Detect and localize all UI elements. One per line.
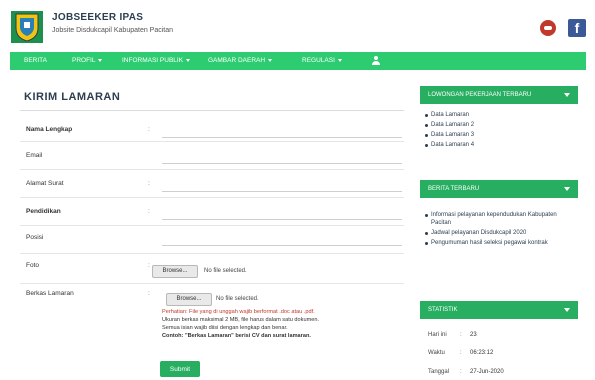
chevron-down-icon [186, 58, 191, 62]
chevron-down-icon [337, 58, 342, 62]
field-label: Pendidikan [26, 208, 61, 215]
stat-value: 27-Jun-2020 [470, 369, 504, 375]
chevron-down-icon [564, 93, 570, 97]
upload-note-warning: Perhatian: File yang di unggah wajib ber… [162, 309, 315, 315]
nav-item-gambar-daerah[interactable]: GAMBAR DAERAH [208, 52, 273, 70]
widget-header-lowongan[interactable]: LOWONGAN PEKERJAAN TERBARU [420, 86, 578, 104]
nav-item-profil[interactable]: PROFIL [72, 52, 103, 70]
submit-button[interactable]: Submit [160, 361, 200, 377]
site-title: JOBSEEKER IPAS [52, 12, 144, 23]
site-header: JOBSEEKER IPAS Jobsite Disdukcapil Kabup… [0, 0, 595, 50]
field-label: Email [26, 152, 43, 159]
lowongan-list: Data Lamaran Data Lamaran 2 Data Lamaran… [424, 112, 574, 152]
form-row-alamat: Alamat Surat : [20, 174, 404, 198]
field-colon: : [148, 208, 150, 215]
user-icon[interactable] [371, 56, 381, 66]
site-logo[interactable] [10, 10, 44, 44]
list-item[interactable]: Jadwal pelayanan Disdukcapil 2020 [424, 230, 574, 238]
field-label: Nama Lengkap [26, 126, 73, 133]
list-item[interactable]: Data Lamaran [424, 112, 574, 120]
stat-value: 23 [470, 332, 477, 338]
stat-value: 06:23:12 [470, 350, 494, 356]
list-item[interactable]: Pengumuman hasil seleksi pegawai kontrak [424, 240, 574, 248]
nav-item-informasi-publik[interactable]: INFORMASI PUBLIK [122, 52, 191, 70]
nav-item-berita[interactable]: BERITA [24, 52, 47, 70]
stat-label: Hari ini [428, 332, 447, 338]
upload-note-line: Contoh: "Berkas Lamaran" berisi CV dan s… [162, 333, 311, 339]
berita-list: Informasi pelayanan kependudukan Kabupat… [424, 212, 574, 250]
page-title: KIRIM LAMARAN [24, 91, 121, 103]
field-label: Posisi [26, 234, 44, 241]
nama-input[interactable] [162, 124, 402, 138]
field-colon: : [148, 180, 150, 187]
form-row-email: Email [20, 146, 404, 170]
list-item[interactable]: Data Lamaran 3 [424, 132, 574, 140]
field-colon: : [148, 290, 150, 297]
field-label: Berkas Lamaran [26, 290, 74, 297]
main-nav: BERITA PROFIL INFORMASI PUBLIK GAMBAR DA… [10, 52, 586, 70]
stat-label: Waktu [428, 350, 445, 356]
upload-note-line: Ukuran berkas maksimal 2 MB, file harus … [162, 317, 320, 323]
form-row-posisi: Posisi [20, 228, 404, 254]
nav-item-regulasi[interactable]: REGULASI [302, 52, 342, 70]
form-row-nama: Nama Lengkap : [20, 120, 404, 142]
stat-label: Tanggal [428, 369, 450, 375]
field-label: Foto [26, 262, 40, 269]
widget-header-berita[interactable]: BERITA TERBARU [420, 180, 578, 198]
email-input[interactable] [162, 150, 402, 164]
upload-note: Perhatian: File yang di unggah wajib ber… [162, 308, 388, 340]
facebook-icon[interactable]: f [568, 19, 586, 37]
foto-browse-button[interactable]: Browse... [152, 265, 198, 278]
list-item[interactable]: Informasi pelayanan kependudukan Kabupat… [424, 212, 574, 227]
field-colon: : [148, 262, 150, 269]
list-item[interactable]: Data Lamaran 4 [424, 142, 574, 150]
foto-file-status: No file selected. [204, 268, 247, 274]
pendidikan-input[interactable] [162, 206, 402, 220]
list-item[interactable]: Data Lamaran 2 [424, 122, 574, 130]
field-label: Alamat Surat [26, 180, 64, 187]
site-subtitle: Jobsite Disdukcapil Kabupaten Pacitan [52, 27, 174, 34]
widget-header-statistik[interactable]: STATISTIK [420, 301, 578, 319]
posisi-input[interactable] [162, 232, 402, 246]
chevron-down-icon [564, 308, 570, 312]
stat-colon: : [460, 332, 462, 338]
alamat-input[interactable] [162, 178, 402, 192]
berkas-file-status: No file selected. [216, 296, 259, 302]
chevron-down-icon [564, 187, 570, 191]
chevron-down-icon [98, 58, 103, 62]
form-row-pendidikan: Pendidikan : [20, 202, 404, 226]
chevron-down-icon [268, 58, 273, 62]
upload-note-line: Semua isian wajib diisi dengan lengkap d… [162, 325, 288, 331]
field-colon: : [148, 126, 150, 133]
youtube-icon[interactable] [540, 20, 556, 36]
divider [20, 110, 404, 111]
berkas-browse-button[interactable]: Browse... [166, 293, 212, 306]
stat-colon: : [460, 350, 462, 356]
stat-colon: : [460, 369, 462, 375]
